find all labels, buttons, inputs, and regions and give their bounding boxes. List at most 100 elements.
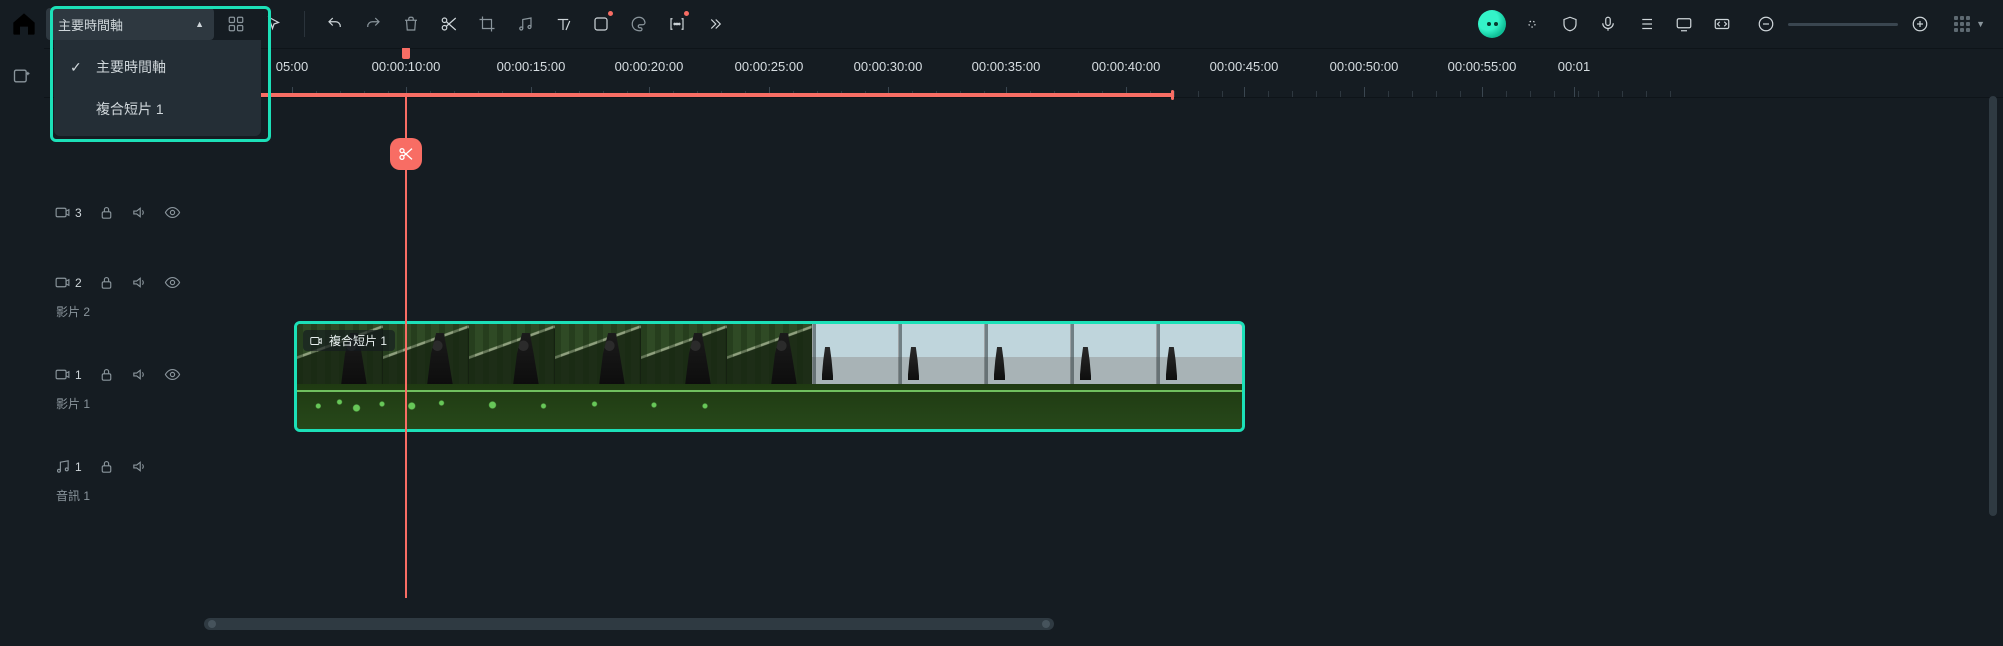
compound-clip[interactable]: 複合短片 1 bbox=[294, 321, 1245, 432]
clip-title: 複合短片 1 bbox=[329, 332, 387, 349]
add-media-button[interactable] bbox=[12, 66, 32, 91]
timeline-dropdown-menu[interactable]: 主要時間軸 複合短片 1 bbox=[54, 40, 261, 136]
trash-icon bbox=[402, 15, 420, 33]
home-icon bbox=[8, 8, 40, 40]
ruler-label: 00:00:25:00 bbox=[735, 59, 804, 74]
mic-button[interactable] bbox=[1592, 8, 1624, 40]
track-number: 1 bbox=[75, 368, 82, 382]
dropdown-item-label: 複合短片 1 bbox=[96, 99, 164, 119]
overflow-button[interactable] bbox=[699, 8, 731, 40]
track-number: 2 bbox=[75, 276, 82, 290]
playhead-cut-button[interactable] bbox=[390, 138, 422, 170]
track-label: 影片 2 bbox=[54, 303, 90, 320]
ai-assistant-button[interactable] bbox=[1478, 10, 1506, 38]
music-button[interactable] bbox=[509, 8, 541, 40]
vertical-scrollbar[interactable] bbox=[1989, 96, 1999, 632]
undo-icon bbox=[326, 15, 344, 33]
track-headers: 3 2 影片 2 bbox=[44, 96, 194, 598]
music-icon bbox=[516, 15, 534, 33]
track-header-v1[interactable]: 1 影片 1 bbox=[44, 354, 194, 446]
crop-button[interactable] bbox=[471, 8, 503, 40]
lock-icon[interactable] bbox=[98, 366, 115, 383]
timeline-dropdown-label: 主要時間軸 bbox=[58, 15, 123, 34]
monitor-icon bbox=[1675, 15, 1693, 33]
dropdown-item-compound[interactable]: 複合短片 1 bbox=[54, 88, 261, 130]
shield-button[interactable] bbox=[1554, 8, 1586, 40]
video-icon bbox=[54, 274, 71, 291]
ruler-label: 00:00:40:00 bbox=[1092, 59, 1161, 74]
eye-icon[interactable] bbox=[164, 204, 181, 221]
cut-button[interactable] bbox=[433, 8, 465, 40]
h-scroll-thumb[interactable] bbox=[204, 618, 1054, 630]
pointer-tool[interactable] bbox=[258, 8, 290, 40]
compound-clip-icon bbox=[309, 334, 323, 348]
monitor-button[interactable] bbox=[1668, 8, 1700, 40]
text-icon bbox=[554, 15, 572, 33]
delete-button[interactable] bbox=[395, 8, 427, 40]
zoom-out-button[interactable] bbox=[1754, 12, 1778, 36]
shape-button[interactable] bbox=[585, 8, 617, 40]
left-gutter bbox=[0, 48, 44, 646]
ruler-label: 00:01 bbox=[1558, 59, 1591, 74]
v-scroll-thumb[interactable] bbox=[1989, 96, 1997, 516]
grid-icon bbox=[227, 15, 245, 33]
shield-icon bbox=[1561, 15, 1579, 33]
playhead[interactable] bbox=[405, 96, 407, 598]
video-icon bbox=[54, 366, 71, 383]
track-header-v2[interactable]: 2 影片 2 bbox=[44, 262, 194, 354]
ruler-label: 00:00:50:00 bbox=[1330, 59, 1399, 74]
top-toolbar: 主要時間軸 ▲ bbox=[0, 0, 2003, 48]
lock-icon[interactable] bbox=[98, 458, 115, 475]
enhance-button[interactable] bbox=[1516, 8, 1548, 40]
ruler-label: 00:00:10:00 bbox=[372, 59, 441, 74]
track-number: 1 bbox=[75, 460, 82, 474]
fit-icon bbox=[1713, 15, 1731, 33]
home-button[interactable] bbox=[8, 8, 40, 40]
dropdown-item-label: 主要時間軸 bbox=[96, 57, 166, 77]
ruler-label: 00:00:45:00 bbox=[1210, 59, 1279, 74]
ai-face-icon bbox=[1487, 22, 1498, 26]
lock-icon[interactable] bbox=[98, 204, 115, 221]
sparkle-icon bbox=[1523, 15, 1541, 33]
timeline-dropdown[interactable]: 主要時間軸 ▲ bbox=[46, 8, 214, 40]
lock-icon[interactable] bbox=[98, 274, 115, 291]
playhead-marker[interactable] bbox=[402, 48, 410, 59]
ruler-label: 00:00:15:00 bbox=[497, 59, 566, 74]
speaker-icon[interactable] bbox=[131, 366, 148, 383]
horizontal-scrollbar[interactable] bbox=[194, 618, 1989, 632]
time-ruler[interactable]: 05:0000:00:10:0000:00:15:0000:00:20:0000… bbox=[44, 48, 2003, 98]
more-button[interactable] bbox=[661, 8, 693, 40]
track-header-a1[interactable]: 1 音訊 1 bbox=[44, 446, 194, 526]
track-header-v3[interactable]: 3 bbox=[44, 192, 194, 262]
zoom-in-button[interactable] bbox=[1908, 12, 1932, 36]
grid-view-icon bbox=[1954, 16, 1970, 32]
palette-button[interactable] bbox=[623, 8, 655, 40]
dropdown-item-main[interactable]: 主要時間軸 bbox=[54, 46, 261, 88]
zoom-slider[interactable] bbox=[1754, 12, 1932, 36]
add-media-icon bbox=[12, 66, 32, 86]
lane-v1[interactable]: 複合短片 1 bbox=[194, 321, 2003, 391]
list-button[interactable] bbox=[1630, 8, 1662, 40]
speaker-icon[interactable] bbox=[131, 274, 148, 291]
video-icon bbox=[54, 204, 71, 221]
ruler-label: 05:00 bbox=[276, 59, 309, 74]
ruler-ticks: 05:0000:00:10:0000:00:15:0000:00:20:0000… bbox=[44, 49, 2003, 97]
caret-up-icon: ▲ bbox=[195, 19, 204, 29]
view-switch[interactable]: ▼ bbox=[1954, 16, 1985, 32]
eye-icon[interactable] bbox=[164, 274, 181, 291]
track-number: 3 bbox=[75, 206, 82, 220]
scissors-icon bbox=[398, 146, 414, 162]
zoom-track[interactable] bbox=[1788, 23, 1898, 26]
speaker-icon[interactable] bbox=[131, 458, 148, 475]
scissors-icon bbox=[440, 15, 458, 33]
speaker-icon[interactable] bbox=[131, 204, 148, 221]
eye-icon[interactable] bbox=[164, 366, 181, 383]
ruler-label: 00:00:35:00 bbox=[972, 59, 1041, 74]
fit-button[interactable] bbox=[1706, 8, 1738, 40]
undo-button[interactable] bbox=[319, 8, 351, 40]
text-button[interactable] bbox=[547, 8, 579, 40]
redo-button[interactable] bbox=[357, 8, 389, 40]
square-icon bbox=[592, 15, 610, 33]
apps-button[interactable] bbox=[220, 8, 252, 40]
track-content[interactable]: 複合短片 1 bbox=[194, 96, 2003, 598]
